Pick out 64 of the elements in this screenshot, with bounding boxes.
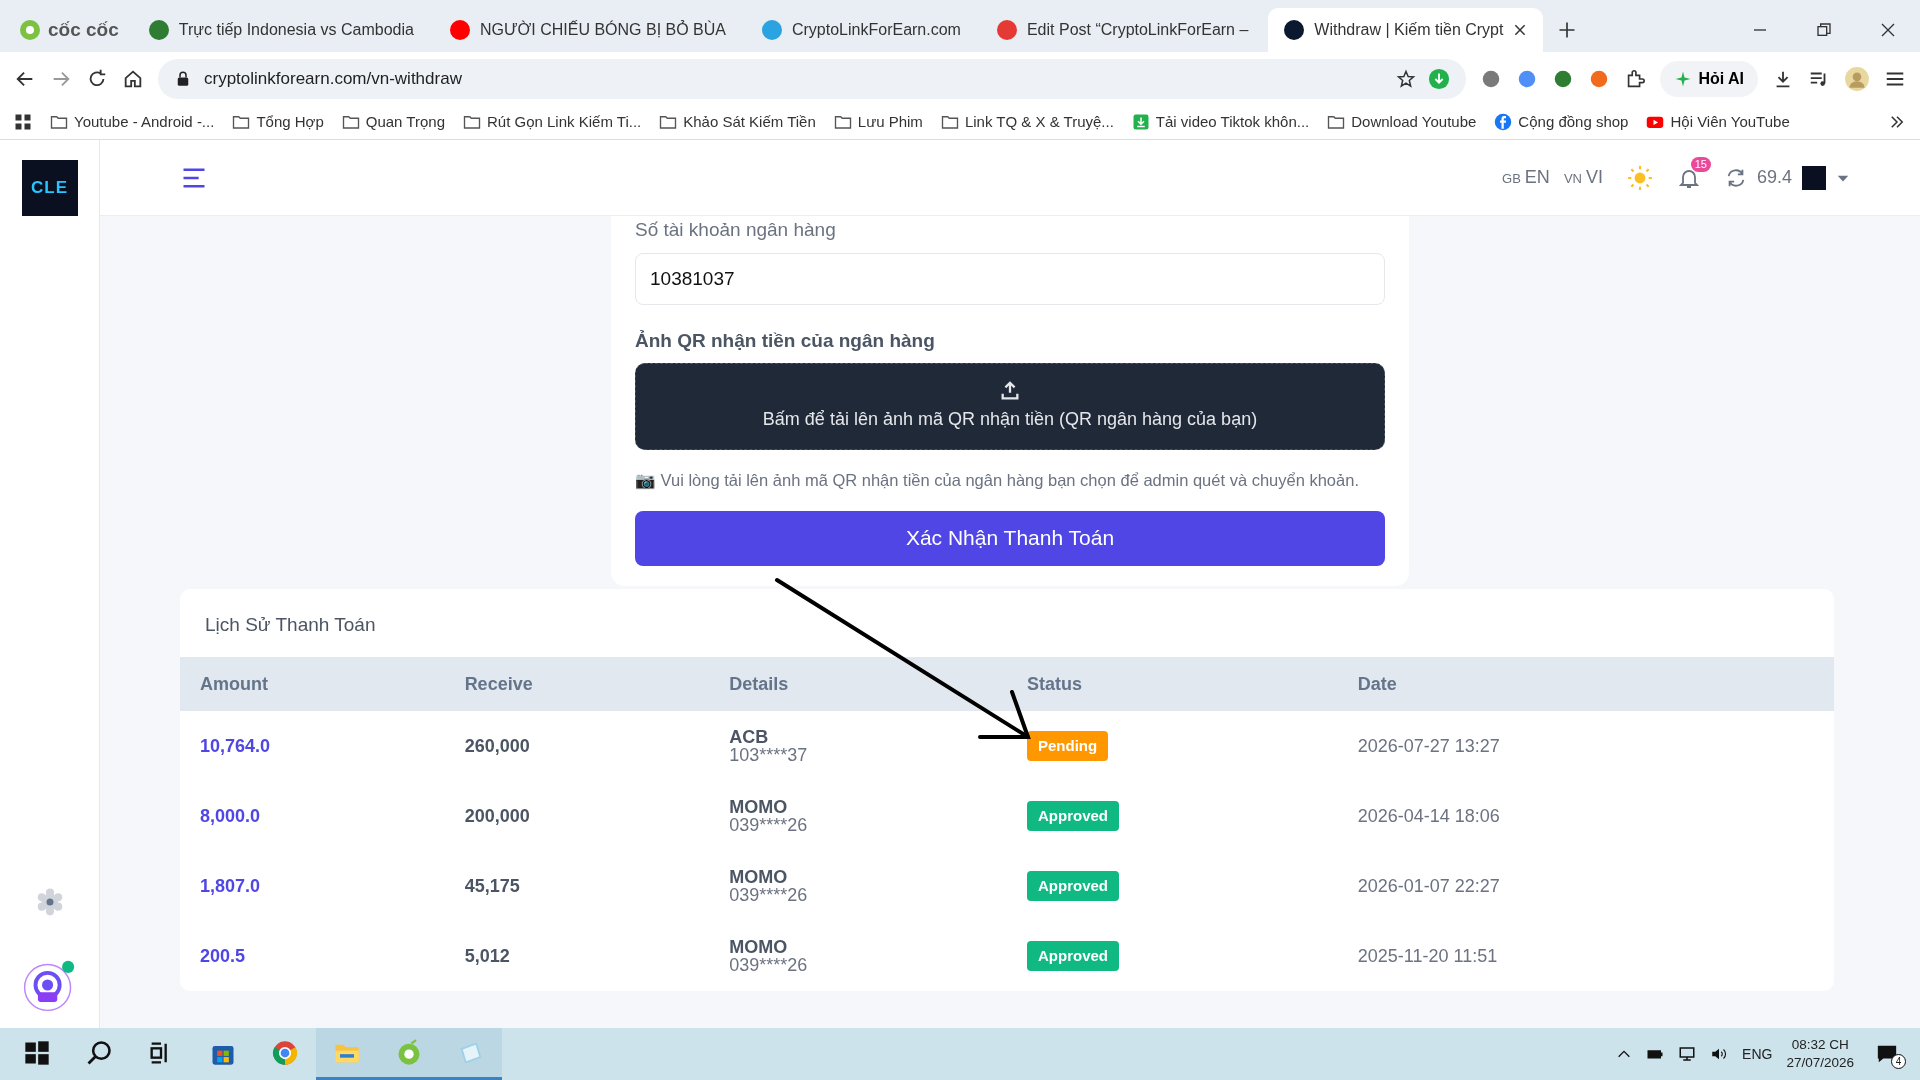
notification-count: 15 <box>1690 157 1711 173</box>
date-text: 2026-07-27 13:27 <box>1357 735 1500 756</box>
column-header: Status <box>1006 657 1338 712</box>
account-number: 103****37 <box>729 746 809 765</box>
account-number: 039****26 <box>729 816 809 835</box>
ai-button[interactable]: Hỏi AI <box>1660 60 1758 97</box>
payment-method: MOMO <box>729 938 789 957</box>
browser-tab[interactable]: Edit Post “CryptoLinkForEarn – <box>980 8 1265 52</box>
upload-button[interactable]: Bấm để tải lên ảnh mã QR nhận tiền (QR ngân hàng của bạn) <box>635 363 1385 450</box>
receive-text: 200,000 <box>464 805 530 826</box>
status-badge: Approved <box>1026 800 1119 832</box>
bookmark[interactable]: Youtube - Android -... <box>50 110 215 134</box>
browser-tab[interactable]: NGƯỜI CHIẾU BÓNG BỊ BỎ BÙA <box>433 8 742 52</box>
receive-text: 5,012 <box>464 945 510 966</box>
column-header: Receive <box>444 657 710 712</box>
column-header: Amount <box>180 657 445 712</box>
status-badge: Pending <box>1026 730 1109 762</box>
amount-text: 10,764.0 <box>200 735 271 756</box>
language-option[interactable]: GB EN <box>1502 164 1550 191</box>
status-badge: Approved <box>1026 870 1119 902</box>
bookmark[interactable]: Cộng đồng shop <box>1494 110 1629 134</box>
date-text: 2026-01-07 22:27 <box>1357 875 1500 896</box>
language-option[interactable]: VN VI <box>1563 164 1603 191</box>
clock[interactable]: 08:32 CH 27/07/2026 <box>1786 1036 1854 1072</box>
status-badge: Approved <box>1026 940 1119 972</box>
account-number-field[interactable]: 10381037 <box>635 252 1385 305</box>
browser-tab[interactable]: CryptoLinkForEarn.com <box>746 8 977 52</box>
column-header: Date <box>1337 657 1834 712</box>
address-bar[interactable]: cryptolinkforearn.com/vn-withdraw <box>158 58 1467 99</box>
column-header: Details <box>709 657 1007 712</box>
payment-method: MOMO <box>729 868 789 887</box>
bookmark[interactable]: Hội Viên YouTube <box>1646 110 1790 134</box>
browser-name: cốc cốc <box>48 17 119 42</box>
input-language[interactable]: ENG <box>1742 1043 1773 1065</box>
field-label: Ảnh QR nhận tiền của ngân hàng <box>635 328 936 353</box>
url-text: cryptolinkforearn.com/vn-withdraw <box>204 67 462 90</box>
account-number: 039****26 <box>729 886 809 905</box>
site-logo[interactable]: CLE <box>21 160 78 216</box>
field-label: Số tài khoản ngân hàng <box>635 218 837 242</box>
bookmark[interactable]: Link TQ & X & Truyệ... <box>940 110 1114 134</box>
amount-text: 200.5 <box>200 945 246 966</box>
bookmark[interactable]: Khảo Sát Kiếm Tiền <box>659 110 816 134</box>
upload-note: 📷 Vui lòng tải lên ảnh mã QR nhận tiền của ngân hàng bạn chọn để admin quét và chuyển khoản. <box>635 470 1360 491</box>
bookmark[interactable]: Tải video Tiktok khôn... <box>1131 110 1310 134</box>
account-number: 039****26 <box>729 956 809 975</box>
payment-method: ACB <box>729 728 770 747</box>
receive-text: 260,000 <box>464 735 530 756</box>
bookmark[interactable]: Lưu Phim <box>833 110 923 134</box>
browser-tab[interactable]: Trực tiếp Indonesia vs Cambodia <box>132 8 430 52</box>
bookmark[interactable]: Tổng Hợp <box>232 110 324 134</box>
browser-tab[interactable]: Withdraw | Kiếm tiền Crypt <box>1268 8 1544 52</box>
date-text: 2026-04-14 18:06 <box>1357 805 1500 826</box>
date-text: 2025-11-20 11:51 <box>1357 945 1498 966</box>
section-title: Lịch Sử Thanh Toán <box>204 612 377 637</box>
bookmark[interactable]: Rút Gọn Link Kiếm Ti... <box>463 110 642 134</box>
bookmark[interactable]: Download Youtube <box>1327 110 1477 134</box>
amount-text: 1,807.0 <box>200 875 261 896</box>
submit-button[interactable]: Xác Nhận Thanh Toán <box>635 510 1385 566</box>
notification-count: 4 <box>1891 1054 1906 1070</box>
bookmark[interactable]: Quan Trọng <box>341 110 445 134</box>
receive-text: 45,175 <box>464 875 520 896</box>
payment-method: MOMO <box>729 798 789 817</box>
balance-text: 69.4 <box>1756 166 1792 189</box>
amount-text: 8,000.0 <box>200 805 261 826</box>
